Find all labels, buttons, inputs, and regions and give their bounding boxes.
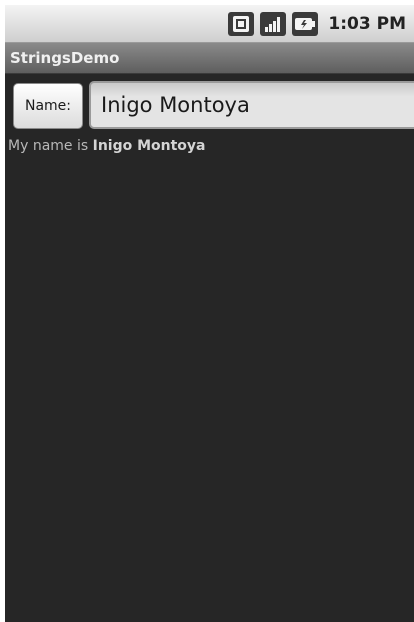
title-bar: StringsDemo [5, 43, 414, 74]
battery-icon [292, 11, 319, 36]
status-bar: 1:03 PM [5, 5, 414, 43]
status-icons: 1:03 PM [228, 5, 406, 42]
message-prefix: My name is [8, 138, 93, 154]
message-name: Inigo Montoya [92, 138, 206, 154]
signal-icon [260, 11, 287, 36]
name-message: My name is Inigo Montoya [8, 138, 206, 154]
status-time: 1:03 PM [328, 13, 406, 34]
sim-icon [228, 11, 255, 36]
name-input[interactable] [89, 81, 414, 129]
app-title: StringsDemo [10, 49, 120, 67]
name-label-button[interactable]: Name: [13, 83, 83, 129]
phone-screen: 1:03 PM StringsDemo Name: My name is Ini… [5, 5, 414, 622]
